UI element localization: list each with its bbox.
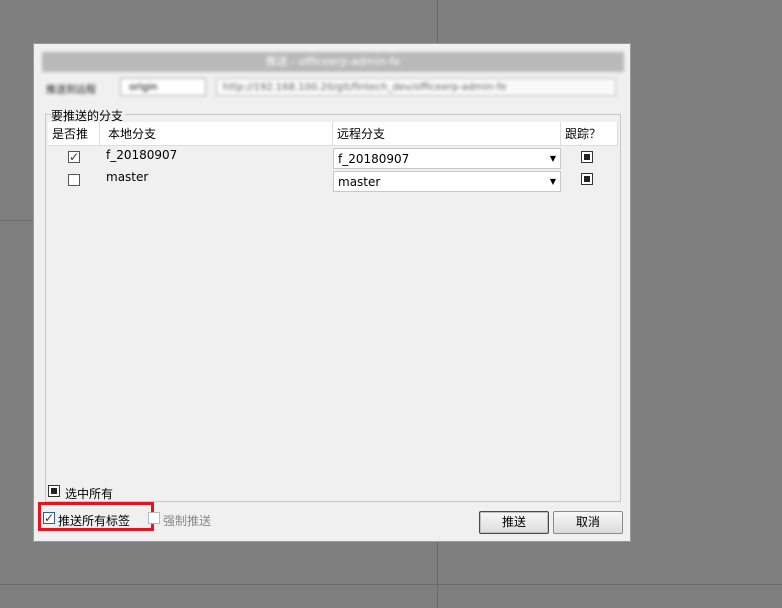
background-divider-bottom bbox=[0, 584, 782, 585]
force-push-checkbox[interactable] bbox=[148, 512, 160, 524]
push-all-tags-checkbox[interactable] bbox=[43, 512, 55, 524]
header-local-branch[interactable]: 本地分支 bbox=[100, 122, 333, 146]
row-local-branch: master bbox=[106, 170, 149, 184]
remote-select-value: origin bbox=[129, 82, 158, 93]
remote-label: 推送到远程 bbox=[46, 85, 96, 96]
header-push[interactable]: 是否推 bbox=[48, 122, 100, 146]
branches-table: 是否推 本地分支 远程分支 跟踪？ f_20180907 f_20180907 … bbox=[48, 122, 618, 487]
chevron-down-icon: ▼ bbox=[549, 177, 556, 186]
row-remote-branch-select[interactable]: master ▼ bbox=[333, 171, 561, 192]
header-track[interactable]: 跟踪？ bbox=[561, 122, 618, 146]
table-row[interactable]: master master ▼ bbox=[48, 169, 618, 192]
cancel-button[interactable]: 取消 bbox=[553, 511, 623, 534]
row-remote-branch-select[interactable]: f_20180907 ▼ bbox=[333, 148, 561, 169]
row-track-checkbox[interactable] bbox=[581, 151, 593, 163]
select-all-checkbox[interactable] bbox=[48, 485, 60, 497]
row-push-checkbox[interactable] bbox=[68, 151, 80, 163]
select-all-label[interactable]: 选中所有 bbox=[65, 485, 113, 502]
row-track-checkbox[interactable] bbox=[581, 173, 593, 185]
table-row[interactable]: f_20180907 f_20180907 ▼ bbox=[48, 146, 618, 169]
push-dialog: 推送 - officeerp-admin-fe 推送到远程 origin htt… bbox=[33, 43, 631, 542]
header-remote-branch[interactable]: 远程分支 bbox=[333, 122, 561, 146]
force-push-label[interactable]: 强制推送 bbox=[163, 512, 211, 529]
row-remote-branch-value: f_20180907 bbox=[338, 152, 410, 166]
background-divider-horizontal bbox=[0, 220, 33, 221]
chevron-down-icon: ▼ bbox=[549, 154, 556, 163]
remote-row: 推送到远程 origin http://192.168.100.20/git/f… bbox=[42, 76, 624, 100]
push-all-tags-label[interactable]: 推送所有标签 bbox=[58, 512, 130, 529]
row-remote-branch-value: master bbox=[338, 175, 381, 189]
push-button[interactable]: 推送 bbox=[479, 511, 549, 534]
remote-url-field[interactable]: http://192.168.100.20/git/fintech_dev/of… bbox=[216, 78, 616, 96]
row-push-checkbox[interactable] bbox=[68, 174, 80, 186]
row-local-branch: f_20180907 bbox=[106, 148, 178, 162]
remote-select[interactable]: origin bbox=[120, 78, 206, 96]
dialog-title: 推送 - officeerp-admin-fe bbox=[42, 52, 624, 72]
